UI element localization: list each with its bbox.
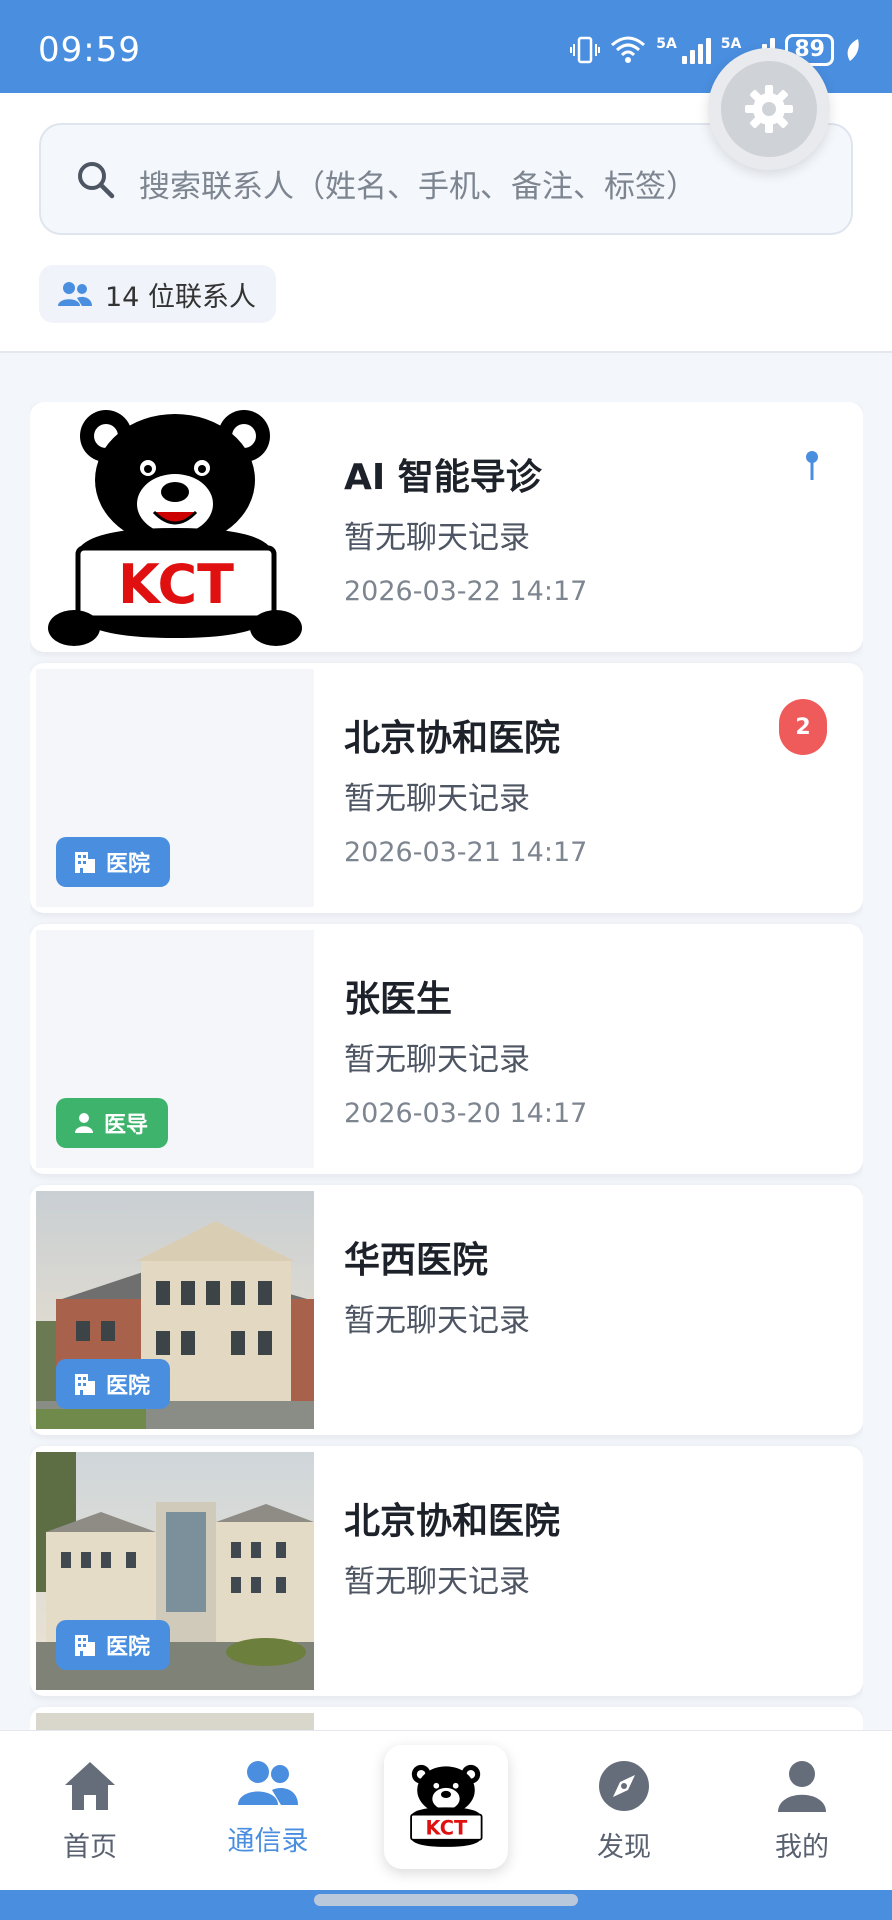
building-icon bbox=[75, 1374, 95, 1395]
contact-card[interactable]: KCT AI 智能导诊 暂无聊天记录 2026-03-22 14:17 bbox=[30, 402, 863, 652]
leaf-icon bbox=[847, 39, 859, 61]
tab-label: 我的 bbox=[775, 1832, 829, 1863]
tag-label: 医院 bbox=[106, 1374, 151, 1399]
contact-name: 张医生 bbox=[344, 979, 453, 1020]
tag-hospital: 医院 bbox=[56, 1620, 171, 1670]
contact-card[interactable]: 医院 北京协和医院 暂无聊天记录 2026-03-21 14:17 2 bbox=[30, 663, 863, 913]
tab-discover[interactable]: 发现 bbox=[564, 1759, 684, 1864]
avatar bbox=[36, 1713, 314, 1730]
search-icon bbox=[78, 162, 115, 199]
center-logo-button[interactable]: KCT bbox=[384, 1745, 508, 1869]
contact-name: 华西医院 bbox=[344, 1240, 489, 1281]
kct-bear-logo: KCT bbox=[48, 410, 302, 646]
contact-name: 北京协和医院 bbox=[344, 1501, 561, 1542]
contact-count-badge: 14 位联系人 bbox=[39, 265, 276, 323]
pin-icon bbox=[806, 451, 818, 480]
last-message: 暂无聊天记录 bbox=[344, 1564, 530, 1600]
avatar: KCT bbox=[36, 408, 314, 646]
users-icon bbox=[58, 282, 92, 306]
timestamp: 2026-03-21 14:17 bbox=[344, 837, 588, 868]
kct-bear-logo: KCT bbox=[410, 1764, 483, 1847]
system-nav-bar bbox=[0, 1890, 892, 1920]
settings-button[interactable] bbox=[708, 48, 830, 170]
svg-text:KCT: KCT bbox=[426, 1816, 468, 1839]
tab-label: 发现 bbox=[597, 1832, 651, 1863]
tag-label: 医导 bbox=[104, 1113, 149, 1138]
last-message: 暂无聊天记录 bbox=[344, 1042, 530, 1078]
timestamp: 2026-03-22 14:17 bbox=[344, 576, 588, 607]
unread-badge: 2 bbox=[779, 699, 827, 755]
home-indicator[interactable] bbox=[314, 1894, 578, 1906]
avatar: 医导 bbox=[36, 930, 314, 1168]
users-icon bbox=[238, 1761, 298, 1805]
contact-card[interactable]: 医导 张医生 暂无聊天记录 2026-03-20 14:17 bbox=[30, 924, 863, 1174]
signal-icon: 5A bbox=[656, 36, 711, 64]
network-label: 5A bbox=[656, 36, 677, 52]
status-icons: 5A 5A 89 bbox=[570, 34, 862, 66]
timestamp: 2026-03-20 14:17 bbox=[344, 1098, 588, 1129]
settings-button-inner bbox=[721, 61, 817, 157]
network-label: 5A bbox=[720, 36, 742, 52]
person-icon bbox=[778, 1761, 826, 1812]
tag-hospital: 医院 bbox=[56, 837, 171, 887]
contact-count-label: 14 位联系人 bbox=[105, 281, 256, 313]
contact-card[interactable]: 医院 华西医院 暂无聊天记录 bbox=[30, 1185, 863, 1435]
vibrate-icon bbox=[570, 36, 601, 64]
building-icon bbox=[75, 852, 95, 873]
hospital-building-photo: 医院 bbox=[36, 1452, 314, 1690]
building-icon bbox=[75, 1635, 95, 1656]
tag-guide: 医导 bbox=[56, 1098, 169, 1148]
contact-list: KCT AI 智能导诊 暂无聊天记录 2026-03-22 14:17 医院 北… bbox=[30, 402, 863, 1730]
home-icon bbox=[65, 1762, 115, 1810]
wifi-icon bbox=[611, 36, 646, 63]
contact-name: 北京协和医院 bbox=[344, 718, 561, 759]
contact-card[interactable]: 医院 北京协和医院 暂无聊天记录 bbox=[30, 1446, 863, 1696]
last-message: 暂无聊天记录 bbox=[344, 781, 530, 817]
tab-mine[interactable]: 我的 bbox=[742, 1759, 862, 1864]
bottom-tab-bar: 首页 通信录 KCT 发现 我的 bbox=[0, 1730, 892, 1890]
svg-text:KCT: KCT bbox=[118, 553, 234, 616]
person-icon bbox=[75, 1113, 93, 1133]
tab-label: 通信录 bbox=[227, 1826, 309, 1857]
tab-contacts[interactable]: 通信录 bbox=[208, 1759, 328, 1858]
last-message: 暂无聊天记录 bbox=[344, 520, 530, 556]
tag-hospital: 医院 bbox=[56, 1359, 171, 1409]
tab-label: 首页 bbox=[63, 1832, 117, 1863]
status-time: 09:59 bbox=[38, 30, 141, 70]
compass-icon bbox=[599, 1761, 649, 1811]
tag-label: 医院 bbox=[106, 852, 151, 877]
contact-card[interactable] bbox=[30, 1707, 863, 1730]
hospital-building-photo: 医院 bbox=[36, 1191, 314, 1429]
tag-label: 医院 bbox=[106, 1635, 151, 1660]
avatar: 医院 bbox=[36, 669, 314, 907]
tab-home[interactable]: 首页 bbox=[30, 1759, 150, 1864]
contact-name: AI 智能导诊 bbox=[344, 457, 542, 498]
last-message: 暂无聊天记录 bbox=[344, 1303, 530, 1339]
search-placeholder: 搜索联系人（姓名、手机、备注、标签） bbox=[139, 169, 697, 205]
gear-icon bbox=[745, 85, 793, 133]
